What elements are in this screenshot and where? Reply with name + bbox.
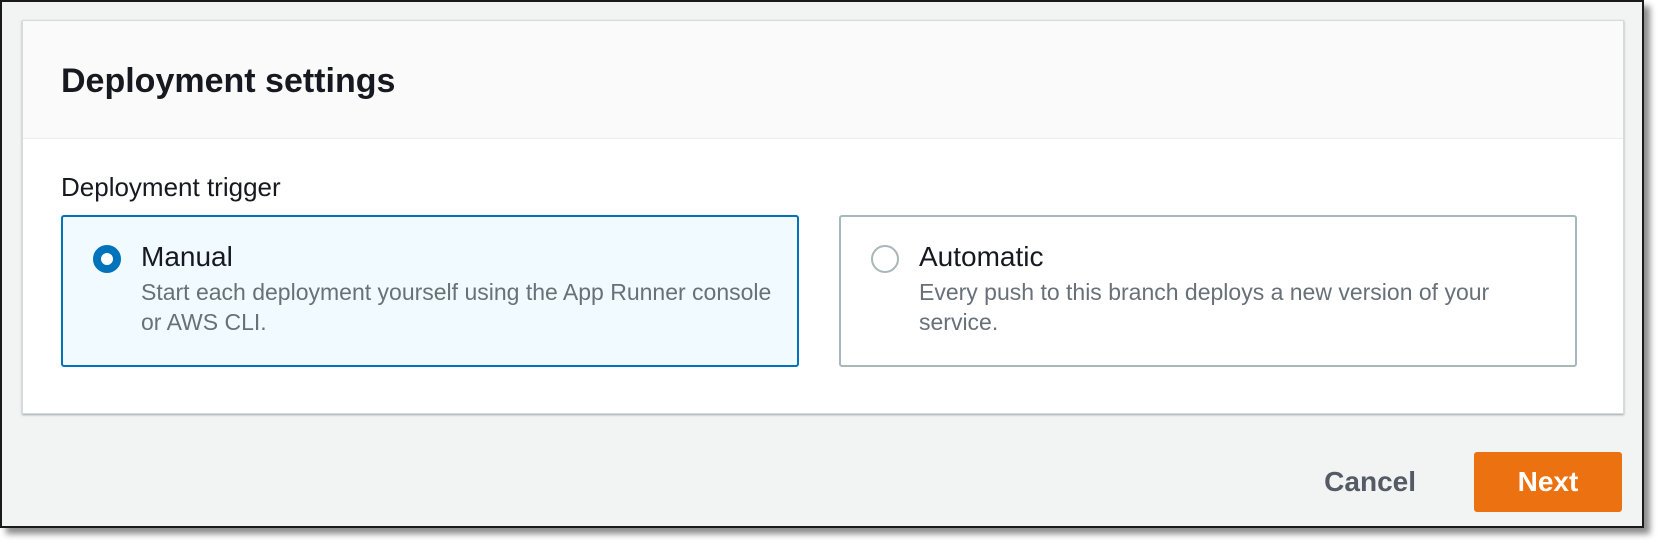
radio-automatic[interactable]: [871, 245, 899, 273]
panel-title: Deployment settings: [61, 62, 396, 100]
panel-header: Deployment settings: [23, 21, 1623, 139]
tile-manual[interactable]: Manual Start each deployment yourself us…: [61, 215, 799, 367]
action-bar: Cancel Next: [1294, 452, 1622, 512]
window-frame: Deployment settings Deployment trigger M…: [0, 0, 1644, 528]
tile-manual-description: Start each deployment yourself using the…: [141, 279, 772, 335]
radio-manual[interactable]: [93, 245, 121, 273]
tile-automatic-description: Every push to this branch deploys a new …: [919, 279, 1490, 335]
deployment-trigger-label: Deployment trigger: [61, 172, 281, 202]
deployment-settings-panel: Deployment settings Deployment trigger M…: [22, 20, 1624, 414]
deployment-trigger-radio-group: Manual Start each deployment yourself us…: [61, 215, 1585, 367]
tile-manual-title: Manual: [141, 241, 233, 272]
tile-automatic[interactable]: Automatic Every push to this branch depl…: [839, 215, 1577, 367]
cancel-button[interactable]: Cancel: [1294, 452, 1446, 512]
next-button[interactable]: Next: [1474, 452, 1622, 512]
tile-automatic-title: Automatic: [919, 241, 1044, 272]
panel-body: Deployment trigger Manual Start each dep…: [23, 139, 1623, 367]
